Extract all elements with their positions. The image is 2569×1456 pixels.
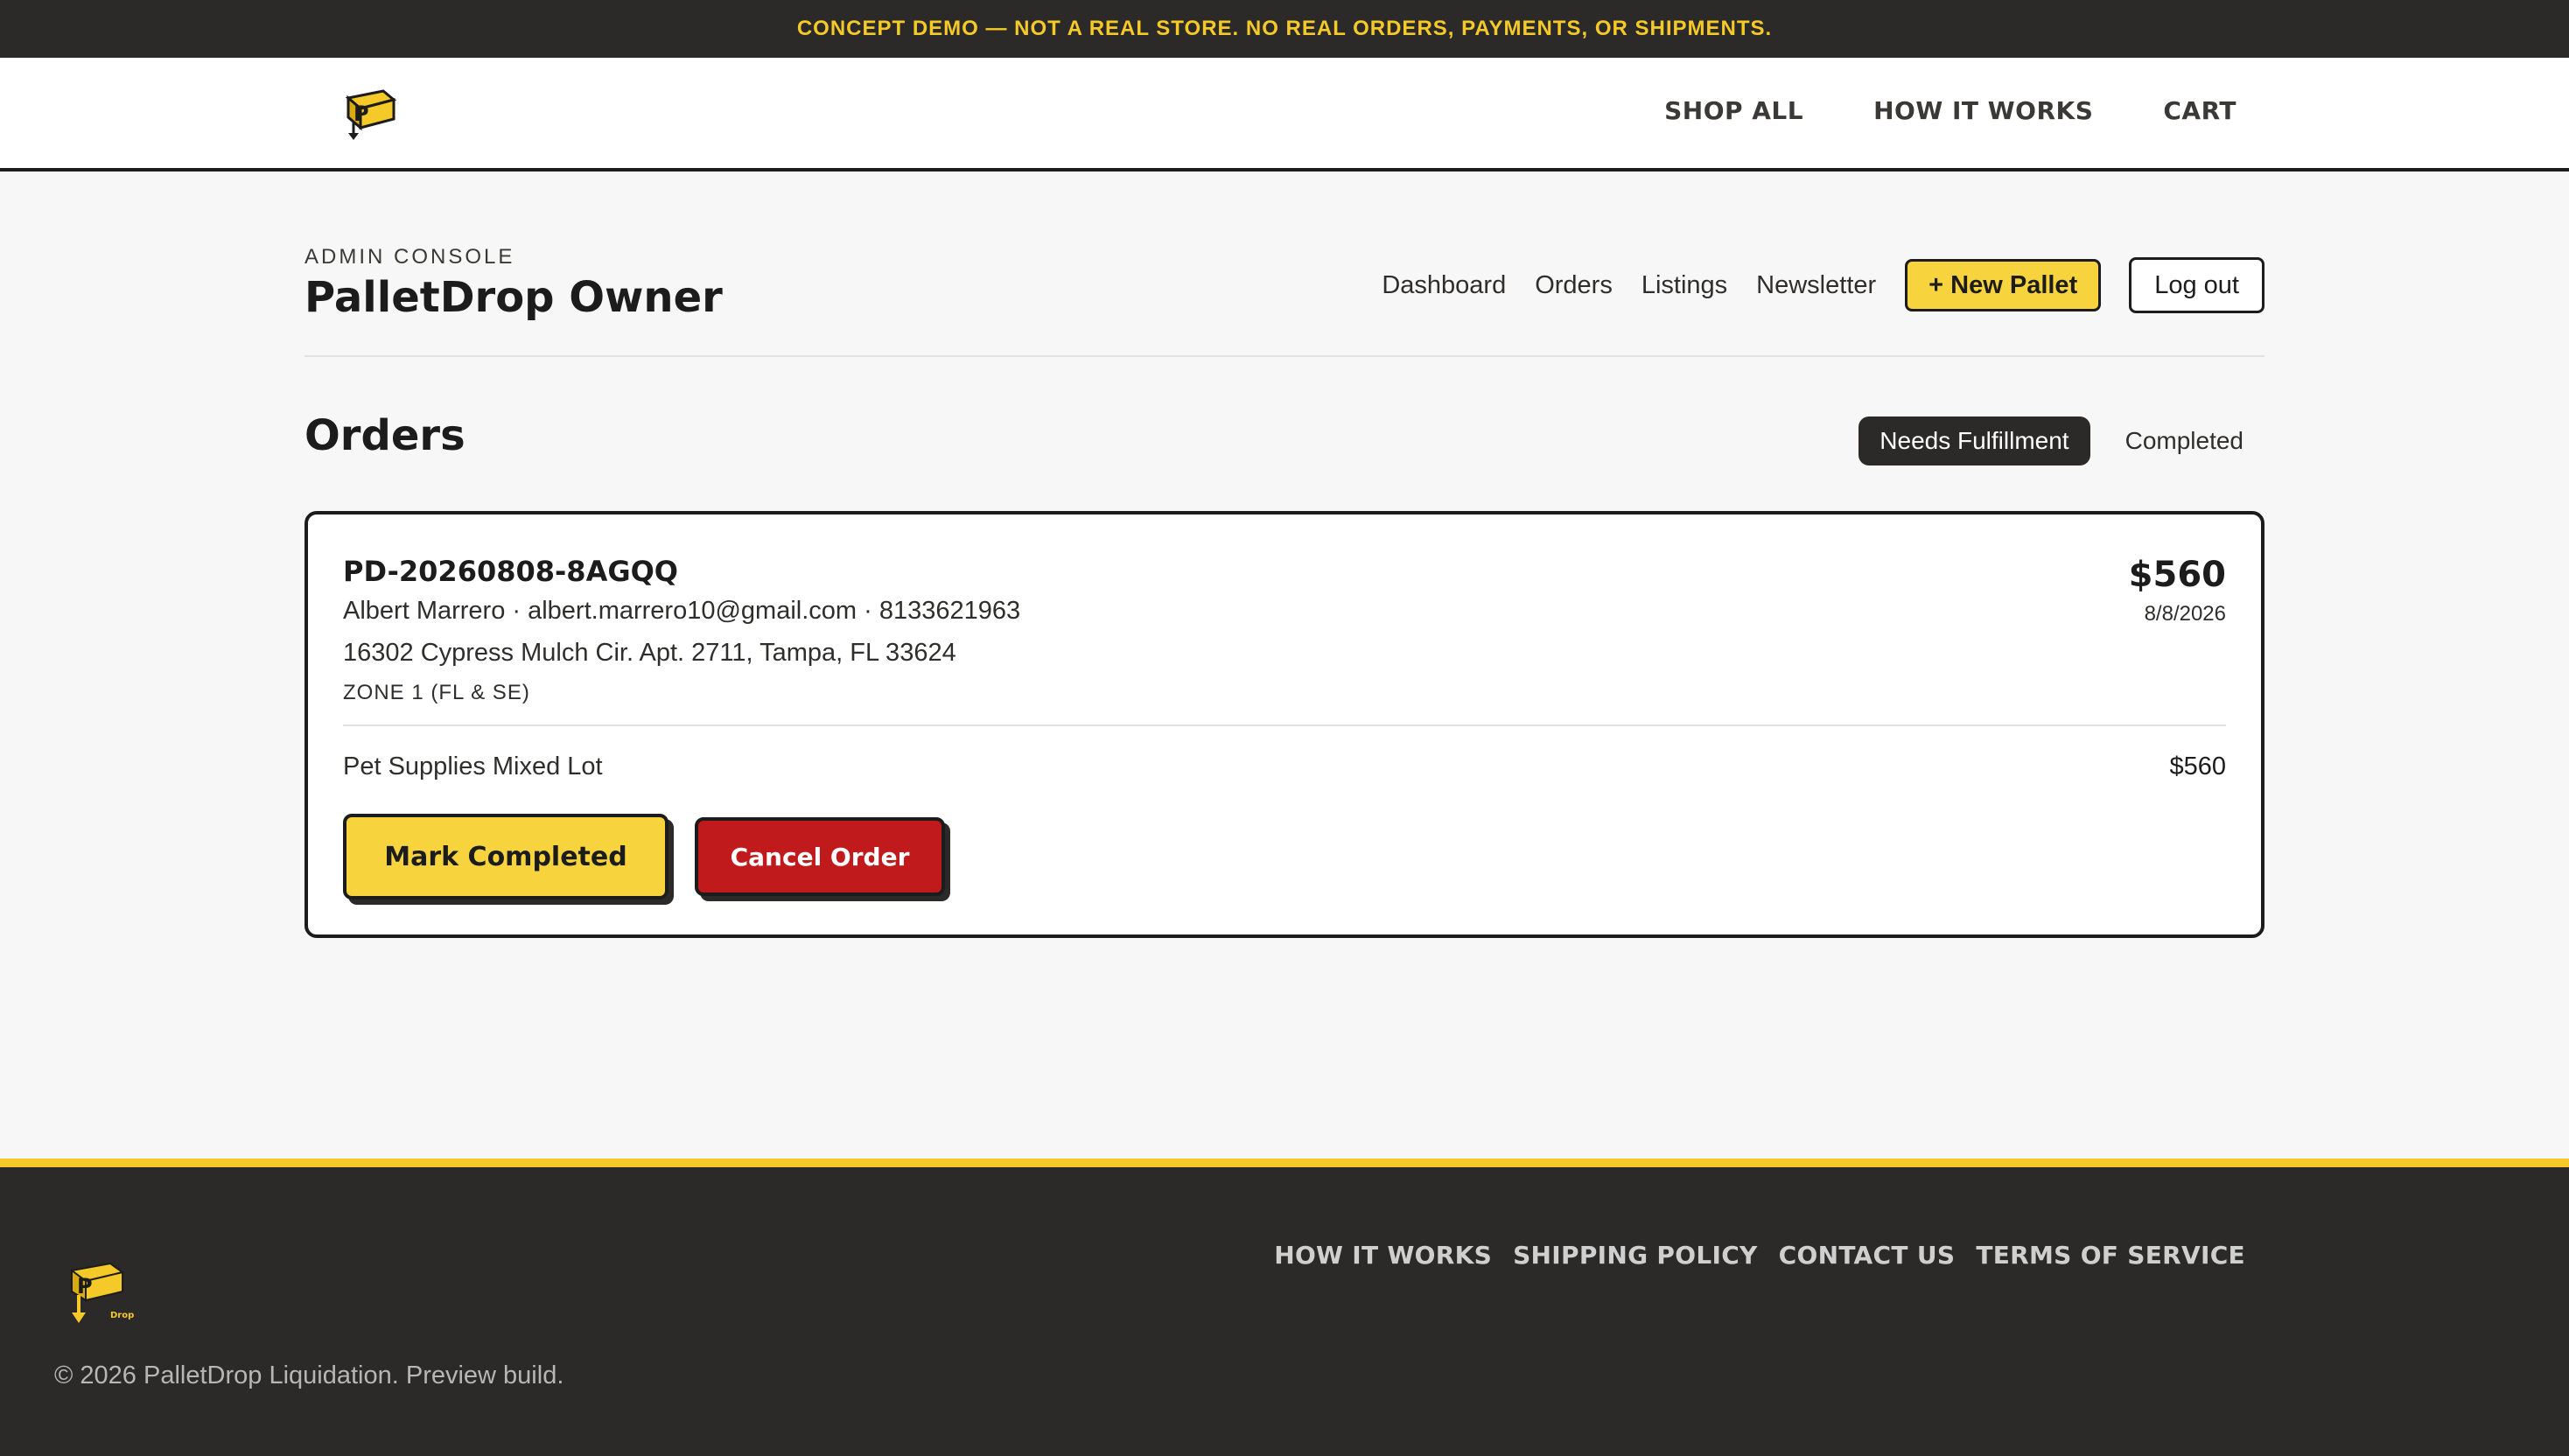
footer-link-shipping-policy[interactable]: SHIPPING POLICY — [1513, 1241, 1758, 1270]
admin-nav-listings[interactable]: Listings — [1642, 271, 1727, 300]
main-nav: SHOP ALL HOW IT WORKS CART — [1664, 96, 2236, 125]
footer-link-terms[interactable]: TERMS OF SERVICE — [1976, 1241, 2245, 1270]
logout-button[interactable]: Log out — [2129, 257, 2264, 313]
order-date: 8/8/2026 — [2144, 602, 2226, 626]
order-item-price: $560 — [2169, 752, 2226, 780]
admin-nav: Dashboard Orders Listings Newsletter + N… — [1382, 257, 2264, 313]
cancel-order-button[interactable]: Cancel Order — [695, 817, 945, 896]
footer-link-how-it-works[interactable]: HOW IT WORKS — [1274, 1241, 1492, 1270]
mark-completed-button[interactable]: Mark Completed — [343, 814, 668, 900]
admin-header: ADMIN CONSOLE PalletDrop Owner Dashboard… — [304, 238, 2264, 357]
palletdrop-logo-icon[interactable]: P — [341, 86, 399, 144]
order-total: $560 — [2128, 555, 2226, 595]
footer-nav: HOW IT WORKS SHIPPING POLICY CONTACT US … — [1274, 1241, 2245, 1270]
filter-completed[interactable]: Completed — [2104, 416, 2264, 466]
nav-how-it-works[interactable]: HOW IT WORKS — [1873, 96, 2093, 125]
admin-eyebrow: ADMIN CONSOLE — [304, 245, 515, 269]
new-pallet-button[interactable]: + New Pallet — [1905, 259, 2102, 312]
order-card: PD-20260808-8AGQQ Albert Marrero · alber… — [304, 511, 2264, 938]
admin-nav-dashboard[interactable]: Dashboard — [1382, 271, 1506, 300]
order-contact: Albert Marrero · albert.marrero10@gmail.… — [343, 597, 1021, 625]
orders-heading: Orders — [304, 411, 466, 460]
filter-needs-fulfillment[interactable]: Needs Fulfillment — [1858, 416, 2090, 466]
admin-nav-newsletter[interactable]: Newsletter — [1756, 271, 1876, 300]
top-navigation: P SHOP ALL HOW IT WORKS CART — [0, 58, 2569, 172]
footer-link-contact-us[interactable]: CONTACT US — [1779, 1241, 1956, 1270]
order-zone: ZONE 1 (FL & SE) — [343, 681, 530, 704]
svg-text:P: P — [77, 1274, 93, 1298]
nav-shop-all[interactable]: SHOP ALL — [1664, 96, 1803, 125]
svg-text:P: P — [354, 102, 369, 126]
demo-banner: CONCEPT DEMO — NOT A REAL STORE. NO REAL… — [0, 0, 2569, 58]
demo-banner-text: CONCEPT DEMO — NOT A REAL STORE. NO REAL… — [796, 17, 1773, 40]
order-id: PD-20260808-8AGQQ — [343, 555, 678, 588]
nav-cart[interactable]: CART — [2163, 96, 2236, 125]
palletdrop-footer-logo-icon[interactable]: P Drop — [65, 1260, 138, 1326]
page-title: PalletDrop Owner — [304, 273, 723, 322]
svg-text:Drop: Drop — [110, 1311, 134, 1320]
order-filters: Needs Fulfillment Completed — [1858, 416, 2264, 466]
order-divider — [343, 724, 2226, 726]
copyright-text: © 2026 PalletDrop Liquidation. Preview b… — [54, 1362, 564, 1390]
admin-nav-orders[interactable]: Orders — [1535, 271, 1613, 300]
order-item-name: Pet Supplies Mixed Lot — [343, 752, 603, 780]
site-footer: P Drop HOW IT WORKS SHIPPING POLICY CONT… — [0, 1158, 2569, 1456]
order-address: 16302 Cypress Mulch Cir. Apt. 2711, Tamp… — [343, 639, 956, 667]
